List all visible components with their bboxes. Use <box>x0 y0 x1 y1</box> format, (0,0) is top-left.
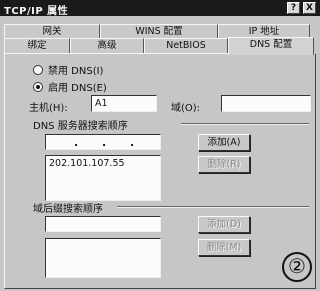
dns-config-panel: 禁用 DNS(I) 启用 DNS(E) 主机(H): A1 域(O): DNS … <box>4 53 316 289</box>
group-divider <box>117 206 309 208</box>
host-label: 主机(H): <box>29 103 68 114</box>
disable-dns-radio[interactable] <box>33 64 43 75</box>
delete-dns-server-button[interactable]: 删除(R) <box>198 156 250 173</box>
domain-label: 域(O): <box>171 103 201 114</box>
enable-dns-radio[interactable] <box>33 81 43 92</box>
disable-dns-option[interactable]: 禁用 DNS(I) <box>33 62 103 77</box>
enable-dns-option[interactable]: 启用 DNS(E) <box>33 79 107 94</box>
dns-server-ip-input[interactable]: . . . <box>45 134 161 150</box>
ip-dot: . <box>102 136 107 149</box>
enable-dns-label: 启用 DNS(E) <box>48 83 107 94</box>
title-bar: TCP/IP 属性 ? X <box>0 0 320 17</box>
suffix-list[interactable] <box>45 238 161 278</box>
group-divider <box>181 123 309 125</box>
step-marker: ② <box>282 252 312 282</box>
window-title: TCP/IP 属性 <box>4 6 69 17</box>
tab-advanced[interactable]: 高级 <box>70 38 144 54</box>
tab-bindings[interactable]: 绑定 <box>4 38 70 54</box>
suffix-order-title: 域后缀搜索顺序 <box>33 204 103 215</box>
add-dns-server-button[interactable]: 添加(A) <box>198 134 250 151</box>
close-button[interactable]: X <box>303 2 316 14</box>
server-order-title: DNS 服务器搜索顺序 <box>33 121 128 132</box>
domain-input[interactable] <box>221 95 311 112</box>
dns-server-list[interactable]: 202.101.107.55 <box>45 155 161 201</box>
dialog-body: 网关 WINS 配置 IP 地址 绑定 高级 NetBIOS DNS 配置 禁用… <box>0 16 320 291</box>
tab-netbios[interactable]: NetBIOS <box>144 38 228 54</box>
ip-dot: . <box>130 136 135 149</box>
add-suffix-button[interactable]: 添加(D) <box>198 216 250 233</box>
help-button[interactable]: ? <box>287 2 300 14</box>
suffix-input[interactable] <box>45 216 161 232</box>
tab-dns-config[interactable]: DNS 配置 <box>228 37 314 55</box>
disable-dns-label: 禁用 DNS(I) <box>48 66 104 77</box>
ip-dot: . <box>74 136 79 149</box>
host-input[interactable]: A1 <box>91 95 157 112</box>
list-item[interactable]: 202.101.107.55 <box>49 158 157 169</box>
delete-suffix-button[interactable]: 删除(M) <box>198 239 250 256</box>
